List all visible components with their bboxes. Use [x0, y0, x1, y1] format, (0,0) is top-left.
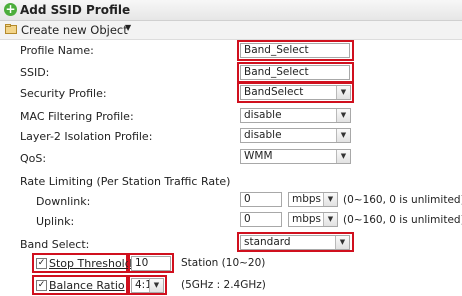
band-select-label: Band Select: [20, 238, 90, 251]
stop-threshold-checkbox[interactable]: ✓ [36, 258, 47, 269]
highlight-box [237, 62, 354, 83]
uplink-hint: (0~160, 0 is unlimited) [343, 214, 462, 226]
uplink-unit-select[interactable]: mbps ▼ [288, 212, 338, 227]
mac-filtering-select[interactable]: disable ▼ [240, 108, 351, 123]
uplink-label: Uplink: [36, 215, 75, 228]
chevron-down-icon: ▼ [323, 193, 337, 206]
highlight-box [128, 253, 174, 273]
dialog-title: Add SSID Profile [20, 3, 131, 17]
layer2-isolation-value: disable [244, 129, 282, 141]
layer2-isolation-select[interactable]: disable ▼ [240, 128, 351, 143]
create-new-object-label: Create new Object [21, 23, 128, 37]
qos-value: WMM [244, 150, 273, 162]
dialog-titlebar: + Add SSID Profile [0, 0, 462, 21]
uplink-unit-value: mbps [292, 213, 322, 225]
chevron-down-icon: ▼ [323, 213, 337, 226]
ssid-label: SSID: [20, 66, 50, 79]
highlight-box [237, 40, 354, 61]
security-profile-label: Security Profile: [20, 87, 107, 100]
uplink-input[interactable]: 0 [240, 212, 282, 227]
stop-threshold-label: Stop Threshold [49, 257, 132, 270]
highlight-box [128, 275, 167, 295]
chevron-down-icon: ▼ [336, 109, 350, 122]
downlink-unit-select[interactable]: mbps ▼ [288, 192, 338, 207]
downlink-label: Downlink: [36, 195, 91, 208]
qos-select[interactable]: WMM ▼ [240, 149, 351, 164]
chevron-down-icon: ▼ [336, 129, 350, 142]
mac-filtering-label: MAC Filtering Profile: [20, 110, 134, 123]
balance-ratio-hint: (5GHz : 2.4GHz) [181, 279, 266, 291]
balance-ratio-label: Balance Ratio [49, 279, 125, 292]
layer2-isolation-label: Layer-2 Isolation Profile: [20, 130, 153, 143]
stop-threshold-hint: Station (10~20) [181, 257, 266, 269]
highlight-box [237, 82, 354, 103]
mac-filtering-value: disable [244, 109, 282, 121]
downlink-unit-value: mbps [292, 193, 322, 205]
downlink-hint: (0~160, 0 is unlimited) [343, 194, 462, 206]
highlight-box [237, 232, 354, 252]
downlink-input[interactable]: 0 [240, 192, 282, 207]
chevron-down-icon: ▼ [125, 23, 132, 32]
profile-name-label: Profile Name: [20, 44, 94, 57]
rate-limiting-label: Rate Limiting (Per Station Traffic Rate) [20, 175, 231, 188]
qos-label: QoS: [20, 152, 47, 165]
toolbar: Create new Object ▼ [0, 21, 462, 40]
balance-ratio-checkbox[interactable]: ✓ [36, 280, 47, 291]
new-object-icon [5, 24, 17, 34]
add-icon: + [4, 2, 17, 16]
chevron-down-icon: ▼ [336, 150, 350, 163]
